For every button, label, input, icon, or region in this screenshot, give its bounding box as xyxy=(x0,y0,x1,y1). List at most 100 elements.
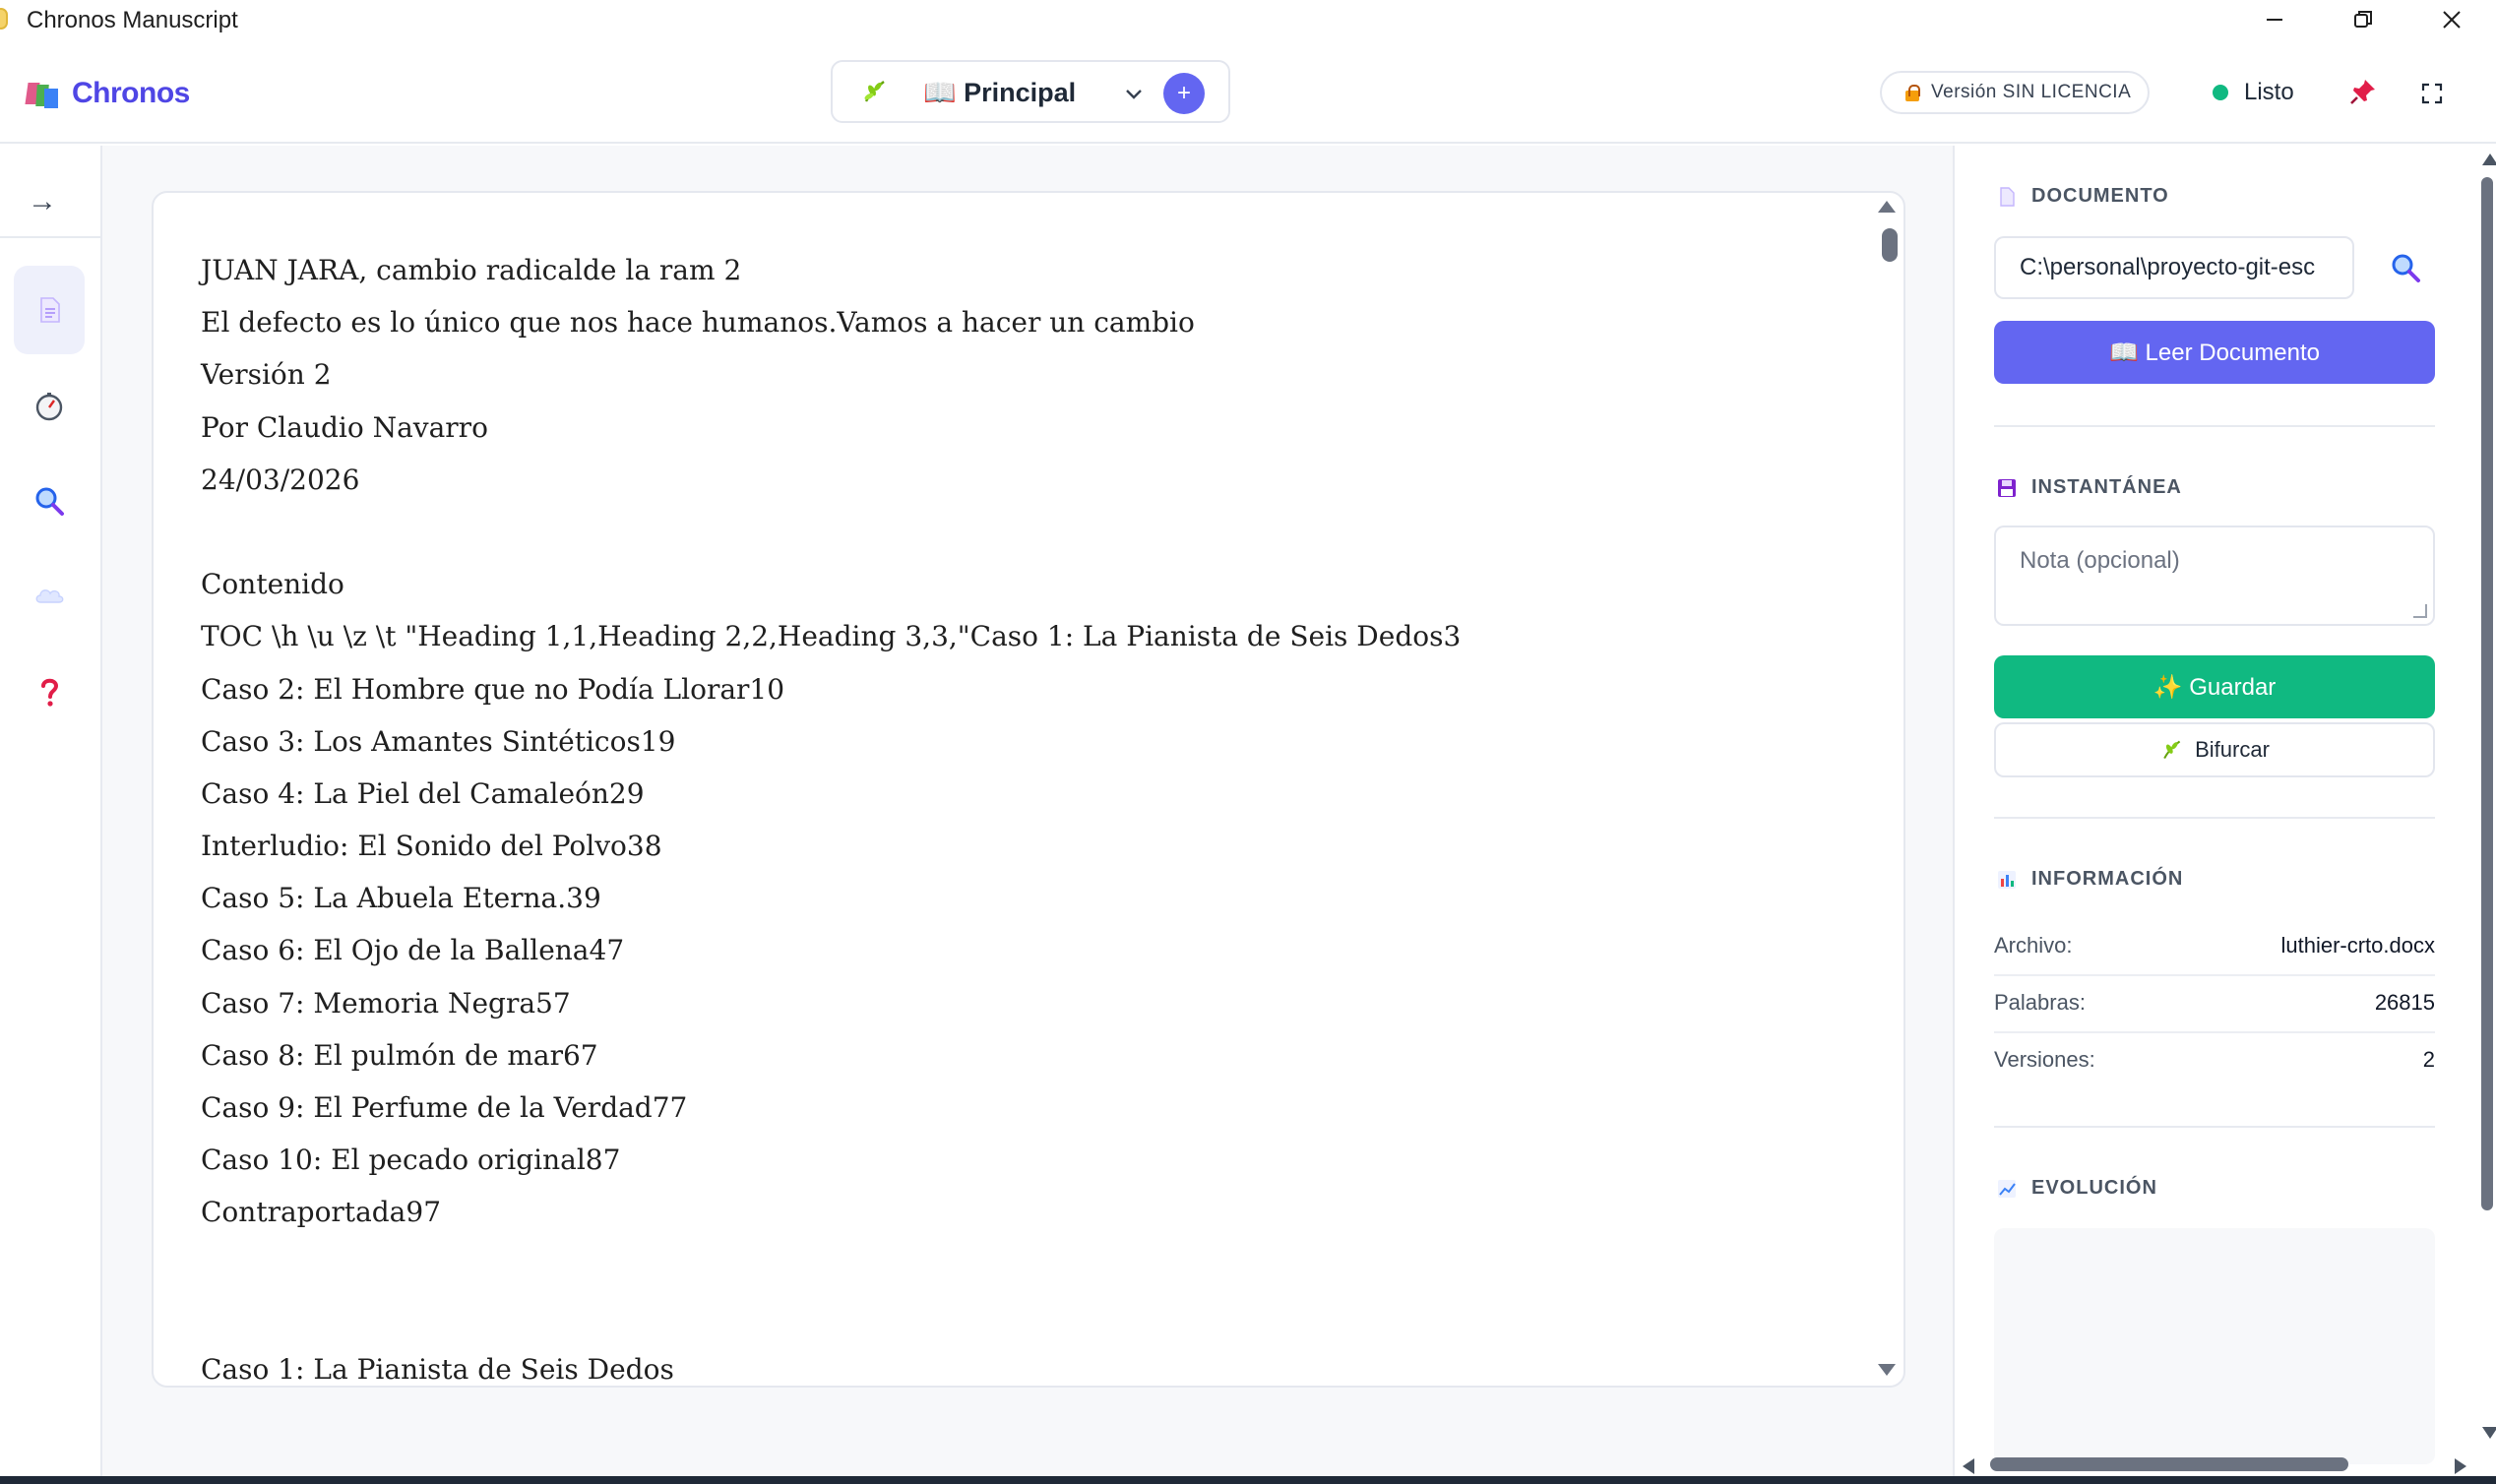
section-title-evolution: EVOLUCIÓN xyxy=(1996,1177,2157,1200)
close-window-button[interactable] xyxy=(2407,0,2496,39)
app-header: Chronos 📖 Principal + Versión SIN LICENC… xyxy=(0,39,2496,144)
pin-icon[interactable] xyxy=(2348,77,2378,106)
document-line: Caso 10: El pecado original87 xyxy=(201,1144,621,1177)
sidebar-item-cloud[interactable] xyxy=(14,551,85,640)
section-divider xyxy=(1994,425,2435,427)
app-icon xyxy=(0,8,8,30)
branch-label: 📖 Principal xyxy=(923,78,1077,107)
info-row-file: Archivo: luthier-crto.docx xyxy=(1994,917,2435,974)
window-bottom-edge xyxy=(0,1476,2496,1484)
lock-icon xyxy=(1903,84,1921,101)
document-line: Caso 6: El Ojo de la Ballena47 xyxy=(201,934,625,967)
info-row-versions: Versiones: 2 xyxy=(1994,1031,2435,1088)
restore-icon xyxy=(2354,11,2372,28)
main-area: JUAN JARA, cambio radicalde la ram 2 El d… xyxy=(102,146,1953,1482)
history-clock-icon xyxy=(35,393,63,421)
document-line: Caso 2: El Hombre que no Podía Llorar10 xyxy=(201,672,785,706)
fork-button-label: Bifurcar xyxy=(2195,737,2270,762)
section-title-document: DOCUMENTO xyxy=(1996,185,2169,208)
scroll-down-arrow[interactable] xyxy=(2482,1427,2496,1439)
sidebar-rail: → xyxy=(0,146,102,1482)
sprig-icon xyxy=(864,81,885,102)
doc-scrollbar-thumb[interactable] xyxy=(1882,228,1898,262)
info-key: Palabras: xyxy=(1994,990,2086,1015)
search-icon xyxy=(35,487,64,516)
restore-button[interactable] xyxy=(2319,0,2407,39)
side-panel: DOCUMENTO C:\personal\proyecto-git-esc 📖… xyxy=(1953,146,2496,1482)
info-value: 26815 xyxy=(2374,990,2435,1015)
info-row-words: Palabras: 26815 xyxy=(1994,974,2435,1031)
resize-grip-icon[interactable] xyxy=(2413,604,2427,618)
sidebar-item-search[interactable] xyxy=(14,457,85,545)
minimize-icon xyxy=(2267,19,2282,21)
fullscreen-icon[interactable] xyxy=(2421,83,2443,104)
browse-search-icon[interactable] xyxy=(2388,250,2423,285)
section-title-snapshot-label: INSTANTÁNEA xyxy=(2031,476,2182,498)
save-snapshot-button[interactable]: ✨ Guardar xyxy=(1994,655,2435,718)
sidebar-item-history[interactable] xyxy=(14,362,85,451)
rail-divider xyxy=(0,236,100,238)
section-divider xyxy=(1994,1126,2435,1128)
info-value: luthier-crto.docx xyxy=(2280,933,2435,958)
document-text: JUAN JARA, cambio radicalde la ram 2 El d… xyxy=(201,244,1835,1386)
add-branch-button[interactable]: + xyxy=(1163,73,1205,114)
document-icon xyxy=(40,297,60,323)
info-key: Archivo: xyxy=(1994,933,2073,958)
sprig-icon xyxy=(2163,740,2181,760)
sidebar-item-help[interactable] xyxy=(14,648,85,736)
sidebar-item-document[interactable] xyxy=(14,266,85,354)
bar-chart-icon xyxy=(1998,870,2016,889)
info-key: Versiones: xyxy=(1994,1047,2095,1072)
scroll-up-arrow[interactable] xyxy=(2482,154,2496,165)
scrollbar-thumb[interactable] xyxy=(1990,1457,2348,1471)
section-title-document-label: DOCUMENTO xyxy=(2031,185,2169,207)
books-logo-icon xyxy=(25,79,60,108)
read-document-button[interactable]: 📖 Leer Documento xyxy=(1994,321,2435,384)
note-placeholder: Nota (opcional) xyxy=(2020,547,2180,574)
collapse-sidebar-button[interactable]: → xyxy=(28,185,57,218)
page-vertical-scrollbar[interactable] xyxy=(2478,146,2496,1454)
document-line: Contenido xyxy=(201,568,344,601)
document-line: Por Claudio Navarro xyxy=(201,410,488,444)
scroll-left-arrow[interactable] xyxy=(1963,1458,1974,1474)
snapshot-note-textarea[interactable]: Nota (opcional) xyxy=(1994,526,2435,626)
scrollbar-thumb[interactable] xyxy=(2481,177,2493,1210)
document-path-input[interactable]: C:\personal\proyecto-git-esc xyxy=(1994,236,2354,299)
doc-scroll-down-arrow[interactable] xyxy=(1878,1364,1896,1376)
document-line: Caso 8: El pulmón de mar67 xyxy=(201,1038,598,1072)
license-badge[interactable]: Versión SIN LICENCIA xyxy=(1880,71,2150,114)
close-icon xyxy=(2443,11,2461,29)
minimize-button[interactable] xyxy=(2230,0,2319,39)
status-dot xyxy=(2213,85,2228,100)
window-title: Chronos Manuscript xyxy=(27,7,238,33)
side-horizontal-scrollbar[interactable] xyxy=(1957,1454,2478,1474)
section-divider xyxy=(1994,817,2435,819)
document-line: JUAN JARA, cambio radicalde la ram 2 xyxy=(201,254,742,286)
status-label: Listo xyxy=(2244,79,2294,105)
brand[interactable]: Chronos xyxy=(25,77,190,110)
trend-chart-icon xyxy=(1998,1179,2016,1198)
document-line: El defecto es lo único que nos hace huma… xyxy=(201,306,1195,340)
document-line: Caso 7: Memoria Negra57 xyxy=(201,986,571,1020)
fork-button[interactable]: Bifurcar xyxy=(1994,722,2435,777)
info-value: 2 xyxy=(2422,1047,2435,1072)
section-title-snapshot: INSTANTÁNEA xyxy=(1996,476,2182,499)
section-title-info-label: INFORMACIÓN xyxy=(2031,868,2184,890)
cloud-icon xyxy=(35,589,64,603)
document-line: Interludio: El Sonido del Polvo38 xyxy=(201,830,662,863)
document-line: Caso 9: El Perfume de la Verdad77 xyxy=(201,1091,688,1124)
document-line: Caso 1: La Pianista de Seis Dedos xyxy=(201,1352,674,1386)
chevron-down-icon[interactable] xyxy=(1122,82,1146,105)
document-line: Contraportada97 xyxy=(201,1196,442,1229)
page-icon xyxy=(2000,186,2015,207)
scroll-right-arrow[interactable] xyxy=(2455,1458,2466,1474)
document-line: Caso 4: La Piel del Camaleón29 xyxy=(201,776,645,810)
doc-scroll-up-arrow[interactable] xyxy=(1878,201,1896,213)
floppy-disk-icon xyxy=(1998,478,2016,497)
help-icon xyxy=(41,678,59,707)
branch-selector[interactable]: 📖 Principal + xyxy=(831,60,1230,123)
document-viewer[interactable]: JUAN JARA, cambio radicalde la ram 2 El d… xyxy=(152,191,1905,1388)
status-indicator: Listo xyxy=(2213,79,2294,106)
